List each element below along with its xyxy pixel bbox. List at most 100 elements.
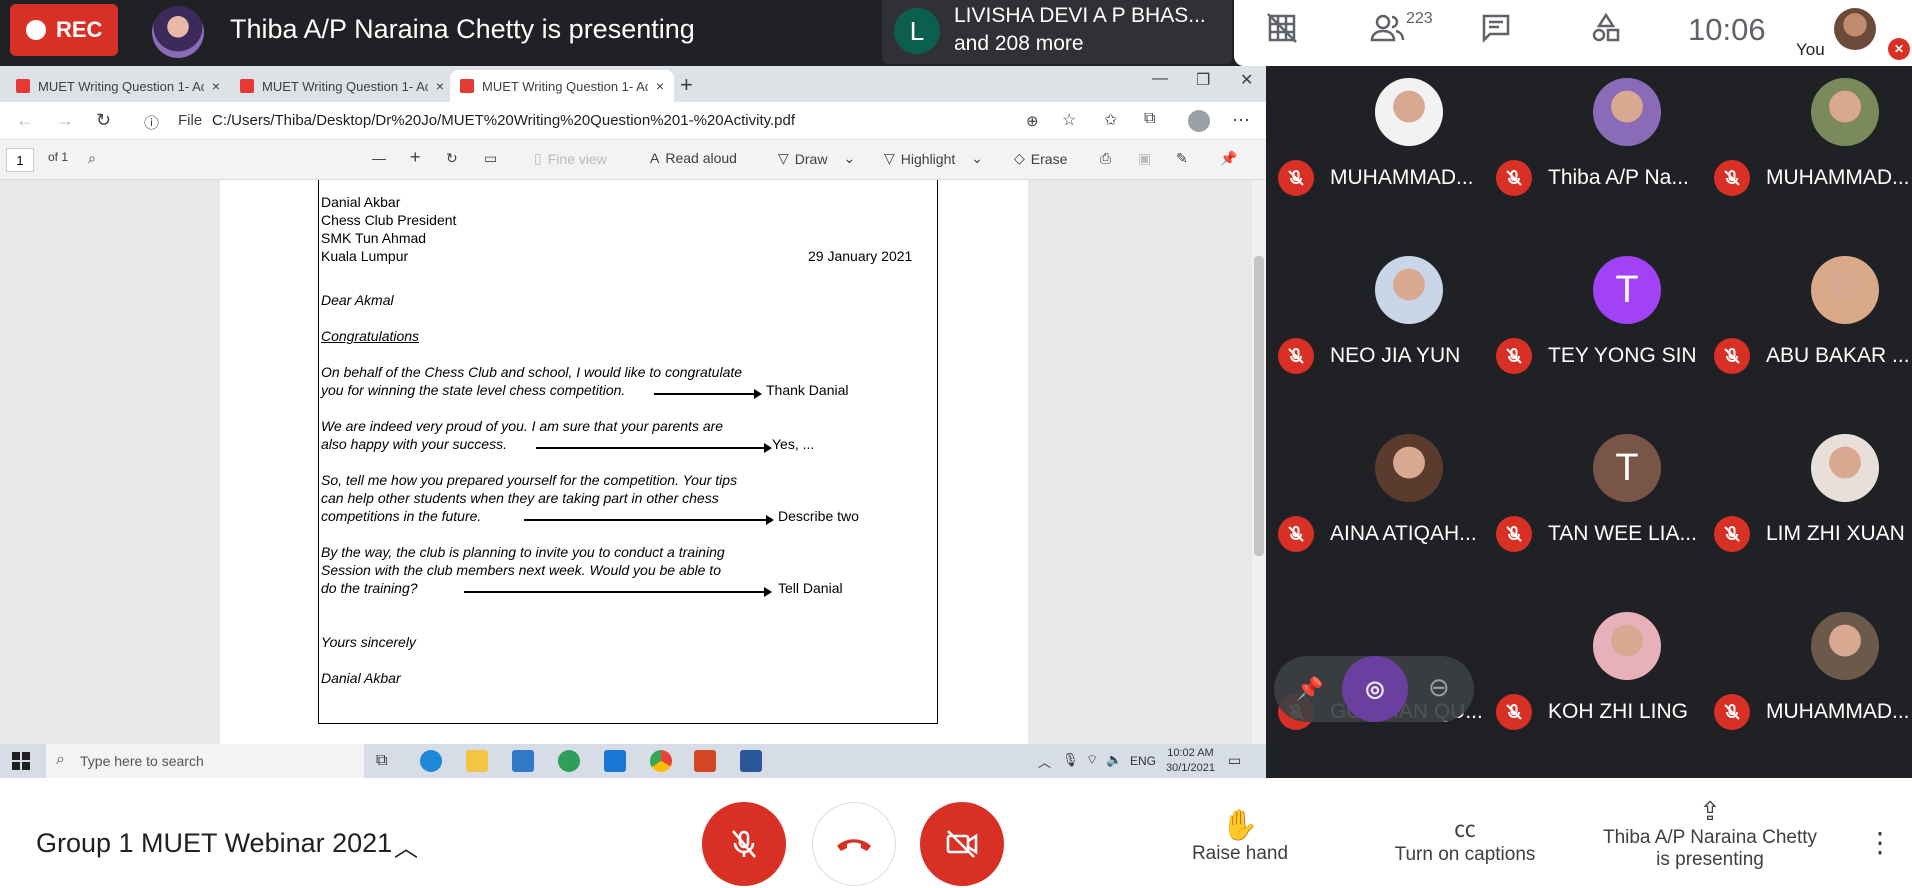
maps-icon[interactable] bbox=[558, 750, 580, 772]
collections-icon[interactable]: ⧉ bbox=[1144, 110, 1155, 128]
highlight-button[interactable]: ▽ Highlight ⌄ bbox=[884, 150, 983, 167]
layout-grid-icon[interactable] bbox=[1266, 12, 1298, 52]
url-field[interactable]: C:/Users/Thiba/Desktop/Dr%20Jo/MUET%20Wr… bbox=[212, 112, 795, 129]
participant-name: NEO JIA YUN bbox=[1330, 344, 1461, 367]
captions-button[interactable]: ㏄ Turn on captions bbox=[1380, 808, 1550, 866]
participant-tile[interactable]: NEO JIA YUN bbox=[1274, 244, 1492, 422]
tab-close-icon[interactable]: × bbox=[656, 78, 664, 94]
browser-tab[interactable]: MUET Writing Question 1- Activi × bbox=[6, 70, 230, 102]
tab-close-icon[interactable]: × bbox=[436, 78, 444, 94]
recording-indicator: REC bbox=[10, 4, 118, 56]
camera-toggle-button[interactable] bbox=[920, 802, 1004, 886]
task-view-icon[interactable]: ⧉ bbox=[376, 752, 387, 770]
people-icon[interactable] bbox=[1370, 12, 1406, 52]
arrow bbox=[464, 588, 772, 596]
chrome-icon[interactable] bbox=[650, 750, 672, 772]
paragraph-line: We are indeed very proud of you. I am su… bbox=[321, 418, 724, 434]
restore-icon[interactable]: ❐ bbox=[1196, 70, 1210, 90]
address-line: Kuala Lumpur bbox=[321, 248, 409, 264]
participant-tile[interactable]: Thiba A/P Na... bbox=[1492, 66, 1710, 244]
erase-button[interactable]: ◇ Erase bbox=[1014, 150, 1067, 167]
pin-toolbar-icon[interactable]: 📌 bbox=[1220, 150, 1237, 167]
back-icon[interactable]: ← bbox=[16, 110, 34, 131]
minimize-icon[interactable]: — bbox=[1152, 70, 1168, 88]
meeting-title[interactable]: Group 1 MUET Webinar 2021 bbox=[36, 828, 392, 859]
chevron-up-icon[interactable]: ︿ bbox=[394, 828, 418, 863]
tray-clock[interactable]: 10:02 AM 30/1/2021 bbox=[1166, 746, 1215, 776]
rotate-icon[interactable]: ↻ bbox=[446, 150, 458, 167]
mic-off-icon bbox=[732, 830, 756, 858]
tab-title: MUET Writing Question 1- Activi bbox=[482, 78, 648, 94]
participant-tile[interactable]: LIM ZHI XUAN bbox=[1710, 422, 1912, 600]
mic-off-icon bbox=[1278, 516, 1314, 552]
tray-time: 10:02 AM bbox=[1167, 747, 1214, 759]
powerpoint-icon[interactable] bbox=[694, 750, 716, 772]
fit-view-button[interactable]: ▯ Fine view bbox=[534, 150, 607, 167]
more-icon[interactable]: ⋯ bbox=[1232, 110, 1250, 131]
favorites-icon[interactable]: ✩ bbox=[1104, 110, 1117, 130]
network-icon[interactable]: ⌔ bbox=[1086, 752, 1098, 768]
participant-tile[interactable]: MUHAMMAD... bbox=[1274, 66, 1492, 244]
margin-note: Yes, ... bbox=[772, 436, 815, 452]
profile-avatar[interactable] bbox=[1188, 110, 1210, 132]
participant-tile[interactable]: ABU BAKAR ... bbox=[1710, 244, 1912, 422]
presenting-button[interactable]: ⇪ Thiba A/P Naraina Chetty is presenting bbox=[1590, 796, 1830, 871]
raise-hand-button[interactable]: ✋ Raise hand bbox=[1188, 808, 1292, 865]
print-icon[interactable]: ⎙ bbox=[1100, 150, 1111, 167]
you-label: You bbox=[1796, 40, 1825, 59]
save-as-icon[interactable]: ✎ bbox=[1176, 150, 1188, 167]
word-icon[interactable] bbox=[740, 750, 762, 772]
participant-tile[interactable]: MUHAMMAD... bbox=[1710, 600, 1912, 778]
info-icon: ⓘ bbox=[144, 115, 160, 132]
address-line: Chess Club President bbox=[321, 212, 457, 228]
zoom-icon[interactable]: ⊕ bbox=[1026, 112, 1039, 130]
mute-participant-icon[interactable]: ◎ bbox=[1342, 656, 1408, 722]
zoom-out-icon[interactable]: — bbox=[372, 150, 386, 166]
mail-icon[interactable] bbox=[604, 750, 626, 772]
windows-start-icon[interactable] bbox=[12, 752, 30, 775]
scrollbar-thumb[interactable] bbox=[1254, 256, 1264, 556]
save-icon[interactable]: ▣ bbox=[1138, 150, 1151, 167]
self-mic-off-icon: ✕ bbox=[1888, 38, 1910, 60]
leave-call-button[interactable] bbox=[812, 802, 896, 886]
search-icon[interactable]: ⌕ bbox=[88, 150, 96, 167]
participant-tile[interactable]: MUHAMMAD... bbox=[1710, 66, 1912, 244]
notification-icon[interactable]: ▭ bbox=[1228, 752, 1241, 769]
refresh-icon[interactable]: ↻ bbox=[96, 110, 111, 131]
paragraph-line: also happy with your success. bbox=[321, 436, 507, 452]
read-aloud-button[interactable]: A Read aloud bbox=[650, 150, 737, 166]
letter-subject: Congratulations bbox=[321, 328, 420, 344]
store-icon[interactable] bbox=[512, 750, 534, 772]
edge-icon[interactable] bbox=[420, 750, 442, 772]
window-close-icon[interactable]: ✕ bbox=[1240, 70, 1253, 90]
chat-icon[interactable] bbox=[1480, 12, 1512, 52]
volume-icon[interactable]: 🔈 bbox=[1106, 752, 1122, 768]
fit-page-icon[interactable]: ▭ bbox=[484, 150, 497, 167]
participant-name: KOH ZHI LING bbox=[1548, 700, 1689, 723]
remove-icon[interactable]: ⊖ bbox=[1428, 672, 1450, 703]
forward-icon[interactable]: → bbox=[56, 110, 74, 131]
taskbar-search-input[interactable]: ⌕ Type here to search bbox=[46, 744, 364, 778]
draw-button[interactable]: ▽ Draw ⌄ bbox=[778, 150, 855, 167]
page-number-input[interactable]: 1 bbox=[6, 148, 34, 172]
browser-tab[interactable]: MUET Writing Question 1- Activi × bbox=[230, 70, 454, 102]
participant-avatar bbox=[1375, 256, 1443, 324]
microphone-toggle-button[interactable] bbox=[702, 802, 786, 886]
browser-tab-active[interactable]: MUET Writing Question 1- Activi × bbox=[450, 70, 674, 102]
tab-close-icon[interactable]: × bbox=[212, 78, 220, 94]
tray-date: 30/1/2021 bbox=[1166, 762, 1215, 774]
activities-icon[interactable] bbox=[1590, 12, 1622, 52]
participant-tile[interactable]: T TAN WEE LIA... bbox=[1492, 422, 1710, 600]
joiner-more: and 208 more bbox=[954, 32, 1084, 55]
zoom-in-icon[interactable]: + bbox=[410, 147, 421, 168]
favorite-icon[interactable]: ☆ bbox=[1062, 110, 1076, 130]
file-explorer-icon[interactable] bbox=[466, 750, 488, 772]
new-tab-button[interactable]: + bbox=[680, 72, 693, 98]
participant-tile[interactable]: T TEY YONG SIN bbox=[1492, 244, 1710, 422]
pin-icon[interactable]: 📌 bbox=[1296, 676, 1323, 702]
language-indicator[interactable]: ENG bbox=[1130, 754, 1156, 768]
participant-tile[interactable]: AINA ATIQAH... bbox=[1274, 422, 1492, 600]
tray-chevron-icon[interactable]: ︿ bbox=[1038, 752, 1051, 771]
more-options-icon[interactable]: ⋮ bbox=[1866, 826, 1894, 859]
participant-tile[interactable]: KOH ZHI LING bbox=[1492, 600, 1710, 778]
